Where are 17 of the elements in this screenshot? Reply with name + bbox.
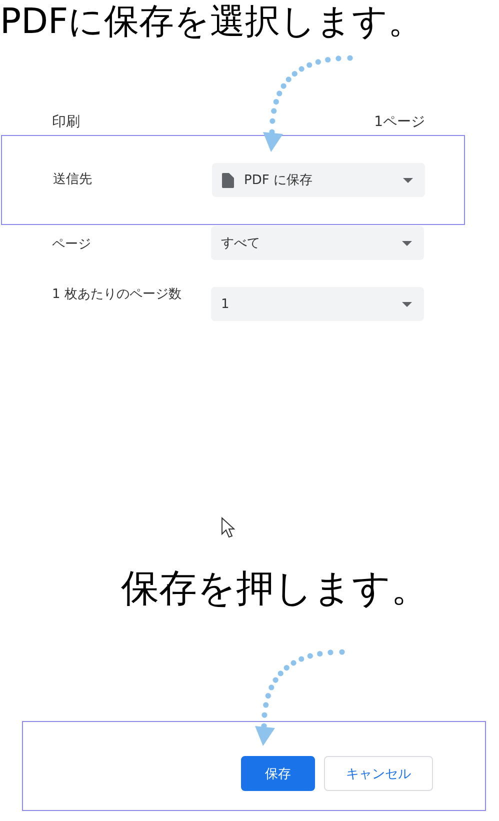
setting-label: 送信先 [53, 171, 93, 189]
document-icon [222, 172, 234, 188]
panel-title: 印刷 [52, 113, 80, 131]
dropdown-caret-icon [402, 240, 412, 246]
cursor-icon [222, 517, 235, 538]
instruction-text: 保存を押します。 [120, 566, 430, 611]
page-count: 1ページ [374, 113, 425, 131]
instruction-text: PDFに保存を選択します。 [0, 1, 424, 44]
setting-label: 1 枚あたりのページ数 [52, 286, 182, 304]
dropdown-select[interactable]: 1 [211, 287, 424, 321]
dropdown-caret-icon [402, 302, 412, 306]
dropdown-select[interactable]: すべて [211, 226, 424, 260]
setting-label: ページ [52, 236, 92, 254]
save-button[interactable]: 保存 [241, 756, 315, 791]
dropdown-caret-icon [403, 178, 413, 182]
cancel-button[interactable]: キャンセル [324, 756, 433, 791]
dropdown-select[interactable]: PDF に保存 [212, 163, 425, 197]
